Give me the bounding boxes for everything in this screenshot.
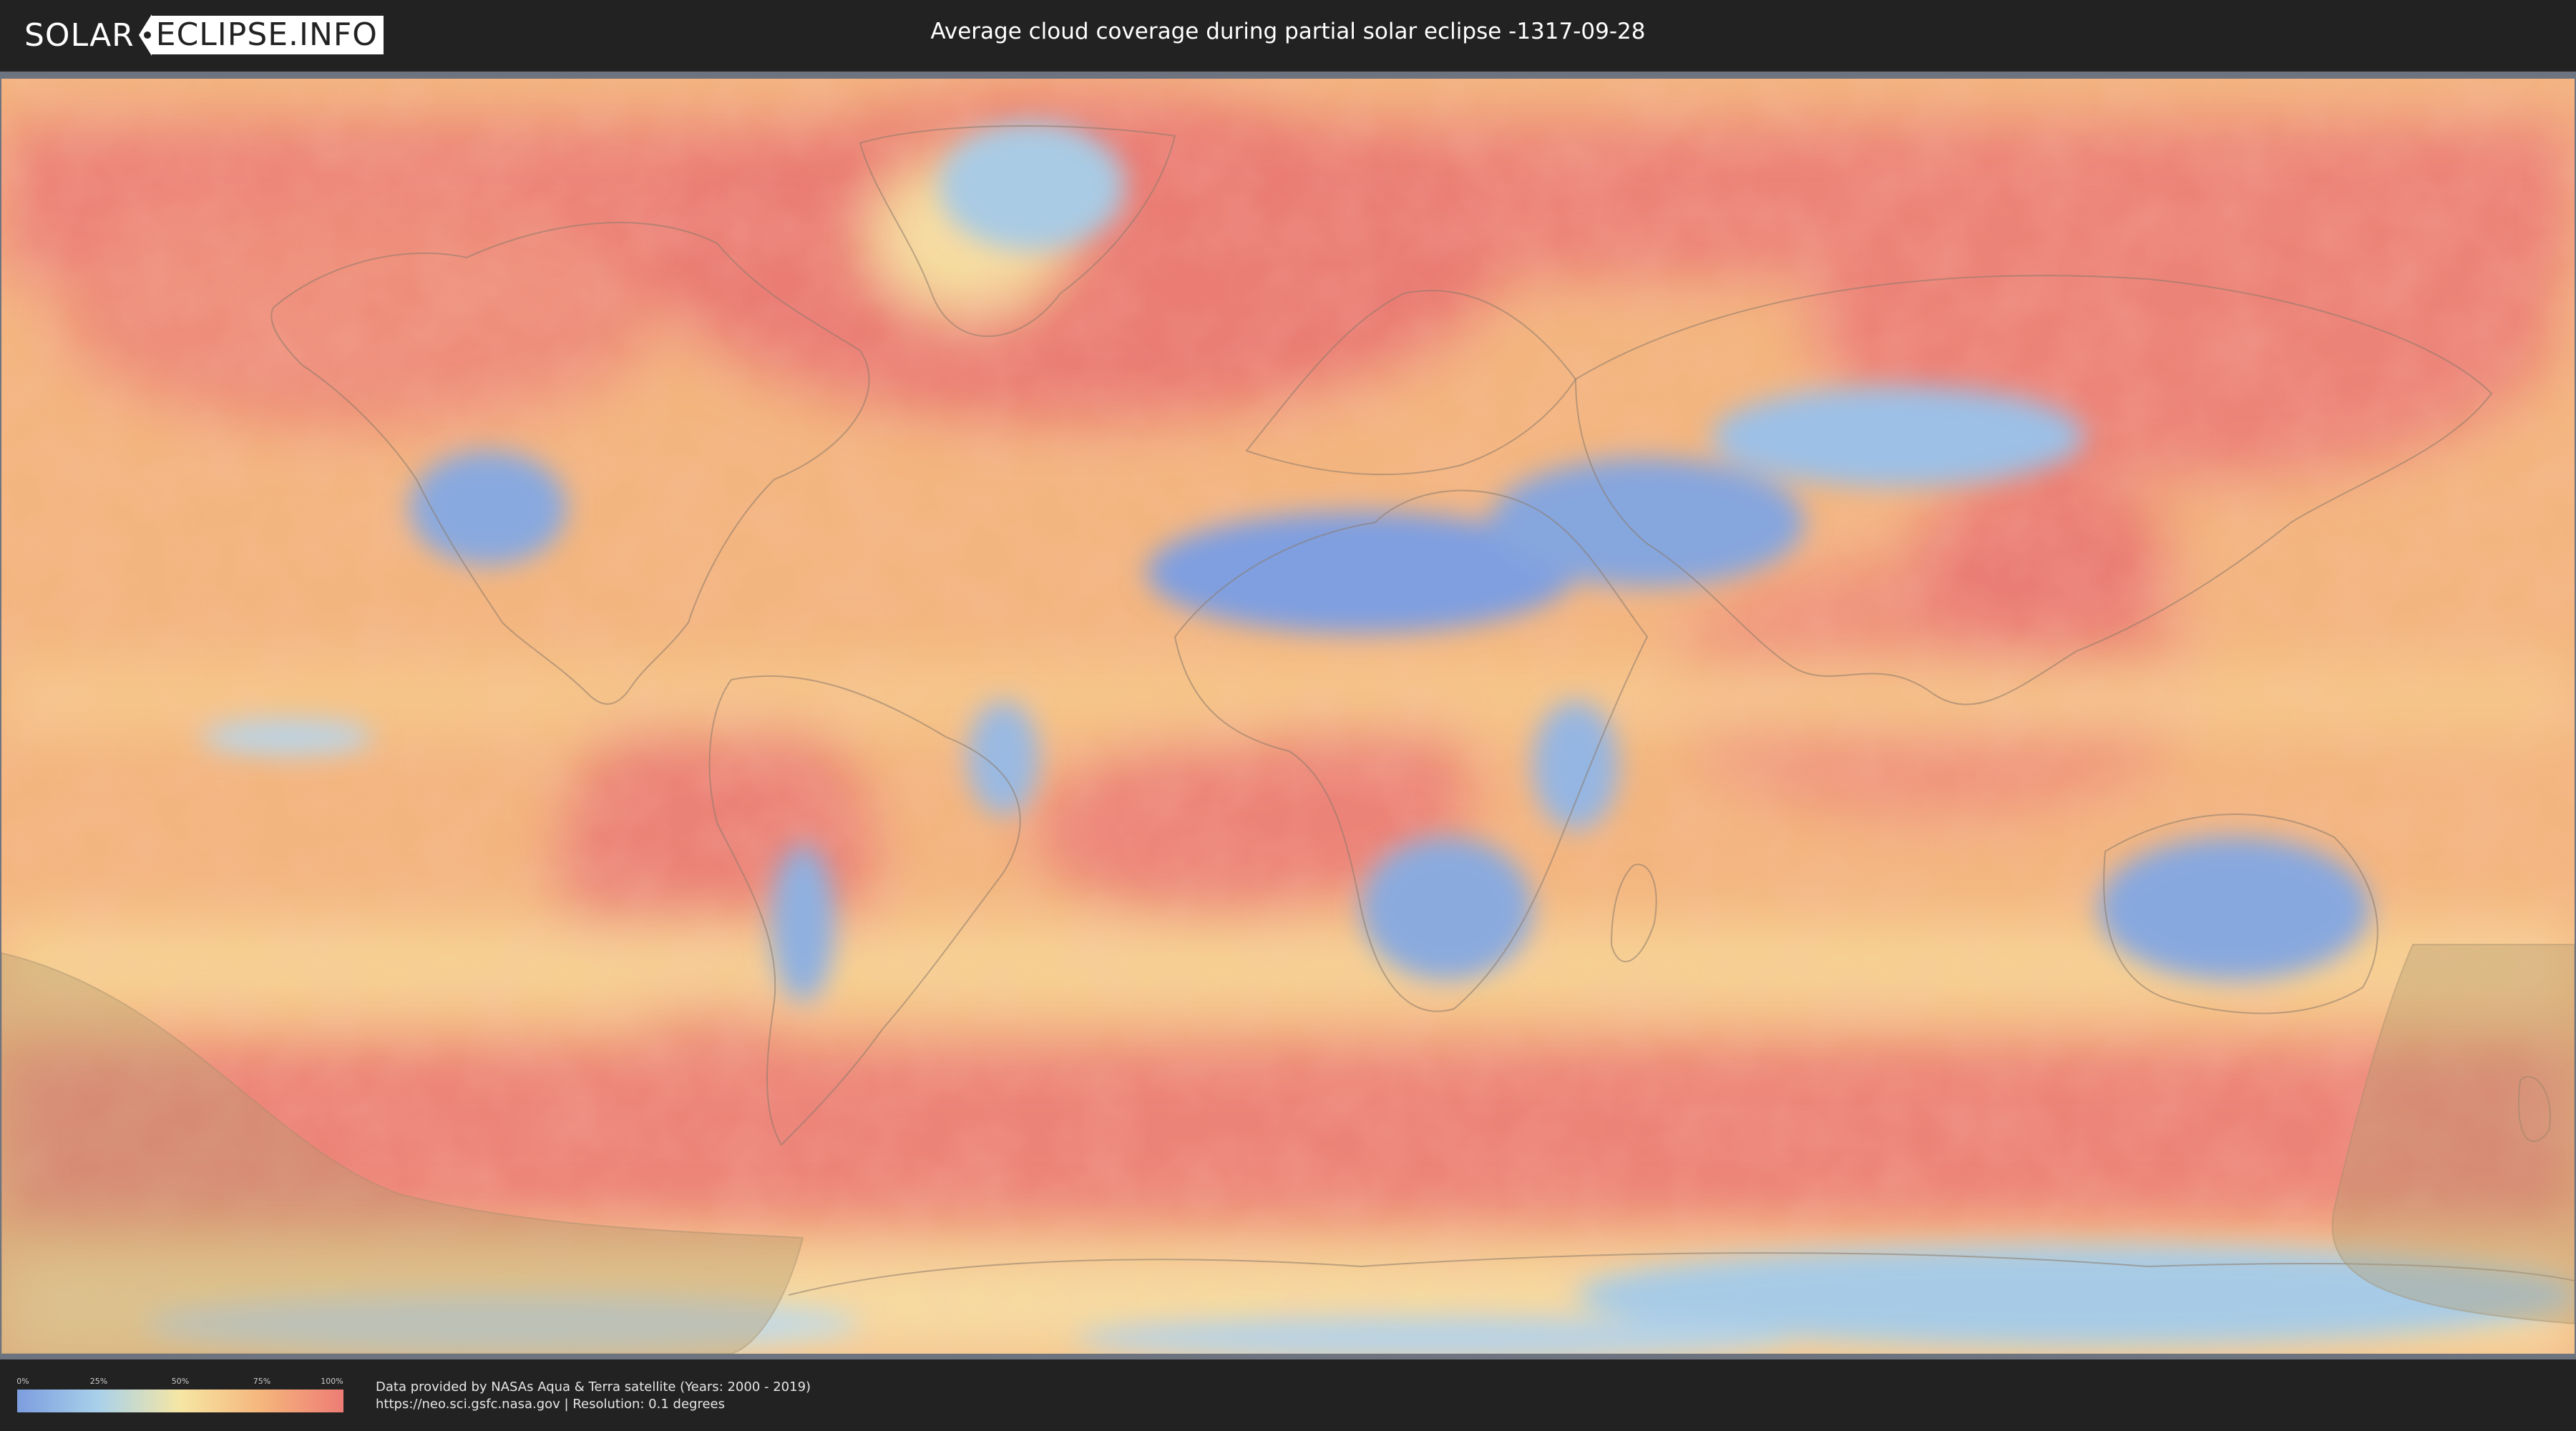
page-title: Average cloud coverage during partial so… [930,19,1646,44]
data-credit: Data provided by NASAs Aqua & Terra sate… [376,1379,811,1395]
footer: 0% 25% 50% 75% 100% Data provided by NAS… [0,1359,2576,1431]
cloud-coverage-legend: 0% 25% 50% 75% 100% [16,1377,343,1412]
data-source-resolution: https://neo.sci.gsfc.nasa.gov | Resoluti… [376,1397,725,1412]
map-svg [1,79,2575,1354]
legend-tick-100: 100% [321,1377,343,1386]
legend-color-bar [17,1390,343,1412]
legend-tick-50: 50% [171,1377,190,1386]
legend-tick-25: 25% [89,1377,108,1386]
legend-tick-75: 75% [253,1377,271,1386]
legend-tick-0: 0% [16,1377,29,1386]
cloud-coverage-map[interactable] [1,79,2575,1354]
header: SOLAR ECLIPSE.INFO Average cloud coverag… [0,0,2576,72]
map-frame [0,72,2576,1359]
